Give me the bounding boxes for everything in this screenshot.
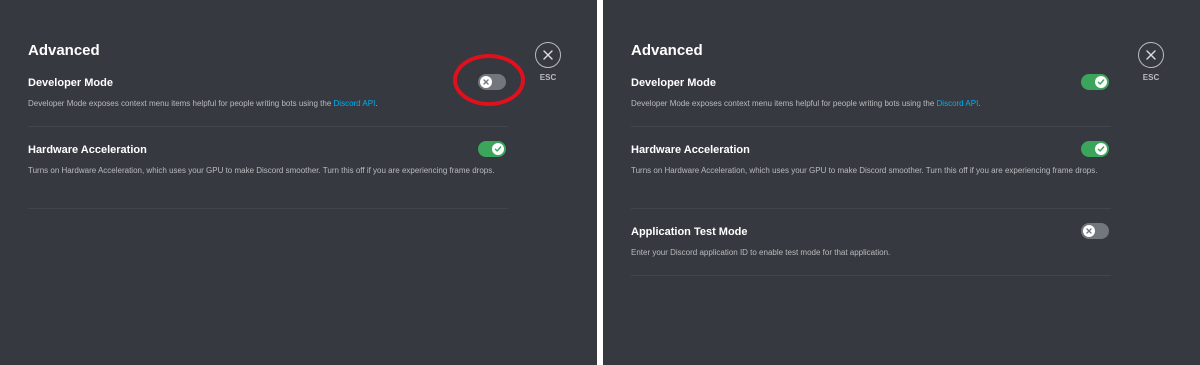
x-icon: [1086, 228, 1092, 234]
application-test-mode-description: Enter your Discord application ID to ena…: [631, 248, 891, 257]
developer-mode-title: Developer Mode: [631, 77, 716, 89]
divider: [631, 126, 1111, 127]
divider: [28, 126, 508, 127]
hardware-acceleration-description: Turns on Hardware Acceleration, which us…: [28, 166, 495, 175]
setting-developer-mode: Developer Mode Developer Mode exposes co…: [28, 76, 508, 111]
developer-mode-desc-end: .: [978, 99, 981, 108]
hardware-acceleration-toggle[interactable]: [478, 141, 506, 157]
toggle-knob: [1095, 76, 1107, 88]
toggle-knob: [1083, 225, 1095, 237]
developer-mode-desc-text: Developer Mode exposes context menu item…: [28, 99, 334, 108]
hardware-acceleration-toggle[interactable]: [1081, 141, 1109, 157]
toggle-knob: [492, 143, 504, 155]
developer-mode-description: Developer Mode exposes context menu item…: [631, 96, 1111, 111]
esc-label: ESC: [539, 73, 557, 82]
highlight-annotation-circle: [453, 54, 525, 106]
close-button[interactable]: [535, 42, 561, 68]
esc-label: ESC: [1142, 73, 1160, 82]
check-icon: [494, 146, 502, 152]
developer-mode-description: Developer Mode exposes context menu item…: [28, 96, 508, 111]
close-button[interactable]: [1138, 42, 1164, 68]
close-icon: [1146, 50, 1156, 60]
divider: [28, 208, 508, 209]
close-settings-group: ESC: [533, 42, 563, 82]
hardware-acceleration-description: Turns on Hardware Acceleration, which us…: [631, 166, 1098, 175]
developer-mode-desc-end: .: [375, 99, 378, 108]
hardware-acceleration-title: Hardware Acceleration: [28, 144, 147, 156]
setting-application-test-mode: Application Test Mode Enter your Discord…: [631, 225, 1111, 260]
discord-api-link[interactable]: Discord API: [937, 99, 979, 108]
application-test-mode-title: Application Test Mode: [631, 226, 748, 238]
settings-panel-before: Advanced Developer Mode Developer Mode e…: [0, 0, 597, 365]
discord-api-link[interactable]: Discord API: [334, 99, 376, 108]
developer-mode-desc-text: Developer Mode exposes context menu item…: [631, 99, 937, 108]
settings-panel-after: Advanced Developer Mode Developer Mode e…: [603, 0, 1200, 365]
check-icon: [1097, 79, 1105, 85]
section-title-advanced: Advanced: [28, 42, 100, 59]
application-test-mode-toggle[interactable]: [1081, 223, 1109, 239]
check-icon: [1097, 146, 1105, 152]
section-title-advanced: Advanced: [631, 42, 703, 59]
toggle-knob: [1095, 143, 1107, 155]
setting-hardware-acceleration: Hardware Acceleration Turns on Hardware …: [28, 143, 508, 178]
setting-developer-mode: Developer Mode Developer Mode exposes co…: [631, 76, 1111, 111]
hardware-acceleration-title: Hardware Acceleration: [631, 144, 750, 156]
divider: [631, 275, 1111, 276]
close-settings-group: ESC: [1136, 42, 1166, 82]
close-icon: [543, 50, 553, 60]
developer-mode-title: Developer Mode: [28, 77, 113, 89]
divider: [631, 208, 1111, 209]
setting-hardware-acceleration: Hardware Acceleration Turns on Hardware …: [631, 143, 1111, 178]
developer-mode-toggle[interactable]: [1081, 74, 1109, 90]
